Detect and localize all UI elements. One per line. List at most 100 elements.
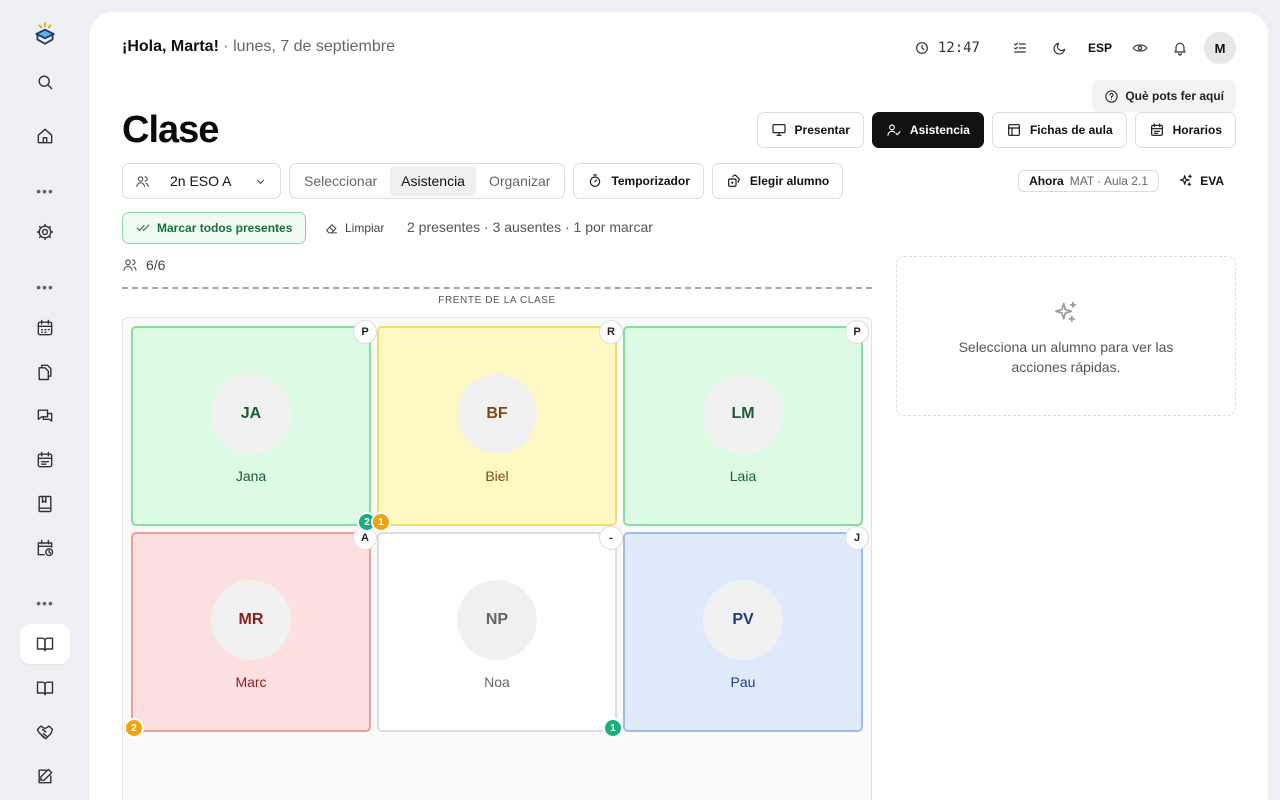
search-icon[interactable] xyxy=(20,62,70,102)
messages-icon[interactable] xyxy=(20,396,70,436)
sidebar-more-dots[interactable]: ••• xyxy=(20,596,70,610)
notebook-icon[interactable] xyxy=(20,484,70,524)
timer-button[interactable]: Temporizador xyxy=(573,163,704,199)
timer-label: Temporizador xyxy=(611,174,690,188)
page-title: Clase xyxy=(122,109,219,151)
clear-button[interactable]: Limpiar xyxy=(324,218,384,238)
checklist-icon[interactable] xyxy=(1000,32,1040,64)
sparkles-icon xyxy=(1179,174,1193,187)
mode-switcher: Seleccionar Asistencia Organizar xyxy=(289,163,566,199)
class-selector[interactable]: 2n ESO A xyxy=(122,163,281,199)
tab-fichas-de-aula[interactable]: Fichas de aula xyxy=(991,112,1127,148)
schedule-icon[interactable] xyxy=(20,440,70,480)
student-seat-jana[interactable]: JA Jana P xyxy=(131,320,377,526)
student-avatar: JA xyxy=(211,374,291,454)
eva-label: EVA xyxy=(1200,174,1224,188)
mode-organizar[interactable]: Organizar xyxy=(478,166,561,196)
student-seat-pau[interactable]: PV Pau J xyxy=(623,526,869,732)
handshake-icon[interactable] xyxy=(20,712,70,752)
visibility-icon[interactable] xyxy=(1120,32,1160,64)
calendar-clock-icon[interactable] xyxy=(20,528,70,568)
student-avatar: BF xyxy=(457,374,537,454)
calendar-icon xyxy=(1150,123,1163,136)
user-avatar[interactable]: M xyxy=(1204,32,1236,64)
notifications-bell-icon[interactable] xyxy=(1160,32,1200,64)
attendance-status-badge[interactable]: R xyxy=(599,320,623,344)
sparkles-icon xyxy=(1055,301,1077,323)
attendance-status-badge[interactable]: P xyxy=(845,320,869,344)
counter-badge: 1 xyxy=(371,512,391,532)
now-detail: MAT · Aula 2.1 xyxy=(1069,174,1148,188)
student-seat-marc[interactable]: MR Marc A xyxy=(131,526,377,732)
user-check-icon xyxy=(887,124,901,136)
student-avatar: MR xyxy=(211,580,291,660)
tab-label: Horarios xyxy=(1172,123,1222,137)
sidebar-more-dots[interactable]: ••• xyxy=(20,280,70,294)
mark-all-label: Marcar todos presentes xyxy=(157,221,293,235)
quick-actions-empty-text: Selecciona un alumno para ver las accion… xyxy=(958,339,1174,375)
student-seat-biel[interactable]: BF Biel R xyxy=(377,320,623,526)
top-right-bar: 12:47 ESP M xyxy=(914,32,1236,64)
seating-grid: JA Jana P BF Biel R LM Laia P MR Marc A … xyxy=(122,317,872,800)
student-count-value: 6/6 xyxy=(146,257,166,273)
help-label: Què pots fer aquí xyxy=(1125,89,1224,103)
clock-time: 12:47 xyxy=(937,40,980,56)
student-seat-laia[interactable]: LM Laia P xyxy=(623,320,869,526)
class-toolbar: 2n ESO A Seleccionar Asistencia Organiza… xyxy=(122,163,844,199)
attendance-status-badge[interactable]: J xyxy=(845,526,869,550)
student-name: Jana xyxy=(235,468,267,484)
attendance-status-badge[interactable]: - xyxy=(599,526,623,550)
mode-asistencia[interactable]: Asistencia xyxy=(390,166,476,196)
front-of-class-line xyxy=(122,287,872,289)
eva-button[interactable]: EVA xyxy=(1178,170,1224,192)
student-name: Laia xyxy=(729,468,757,484)
book-icon[interactable] xyxy=(20,668,70,708)
sidebar: ••• ••• ••• xyxy=(0,0,90,800)
class-selector-value: 2n ESO A xyxy=(170,173,232,189)
pick-student-label: Elegir alumno xyxy=(749,174,830,188)
book-open-icon[interactable] xyxy=(20,624,70,664)
mode-seleccionar[interactable]: Seleccionar xyxy=(293,166,388,196)
eraser-icon xyxy=(325,223,338,233)
student-avatar: NP xyxy=(457,580,537,660)
edit-icon[interactable] xyxy=(20,756,70,796)
tab-label: Presentar xyxy=(794,123,850,137)
tab-horarios[interactable]: Horarios xyxy=(1134,112,1236,148)
greeting-date: · lunes, 7 de septiembre xyxy=(218,38,395,55)
attendance-status-badge[interactable]: P xyxy=(353,320,377,344)
tab-asistencia[interactable]: Asistencia xyxy=(871,112,984,148)
monitor-icon xyxy=(771,124,786,136)
settings-icon[interactable] xyxy=(20,212,70,252)
pick-student-button[interactable]: Elegir alumno xyxy=(711,163,844,199)
dark-mode-icon[interactable] xyxy=(1040,32,1080,64)
attendance-summary: 2 presentes · 3 ausentes · 1 por marcar xyxy=(407,219,653,235)
main-panel: ¡Hola, Marta! · lunes, 7 de septiembre 1… xyxy=(90,12,1268,800)
view-tabs: Presentar Asistencia Fichas de aula Hora… xyxy=(756,112,1236,148)
student-name: Marc xyxy=(235,674,267,690)
chevron-down-icon xyxy=(256,179,265,184)
home-icon[interactable] xyxy=(20,116,70,156)
users-icon xyxy=(123,259,137,271)
current-lesson-pill[interactable]: Ahora MAT · Aula 2.1 xyxy=(1018,170,1159,192)
tab-label: Fichas de aula xyxy=(1029,123,1113,137)
double-check-icon xyxy=(136,224,150,231)
language-selector[interactable]: ESP xyxy=(1080,32,1120,64)
student-count: 6/6 xyxy=(122,257,165,273)
student-avatar: PV xyxy=(703,580,783,660)
greeting: ¡Hola, Marta! · lunes, 7 de septiembre xyxy=(122,38,395,56)
now-label: Ahora xyxy=(1029,174,1064,188)
calendar-icon[interactable] xyxy=(20,308,70,348)
sidebar-more-dots[interactable]: ••• xyxy=(20,184,70,198)
student-name: Noa xyxy=(484,674,510,690)
app-logo-icon[interactable] xyxy=(20,14,70,54)
mark-all-present-button[interactable]: Marcar todos presentes xyxy=(122,212,307,244)
student-seat-noa[interactable]: NP Noa - xyxy=(377,526,623,732)
tab-presentar[interactable]: Presentar xyxy=(756,112,864,148)
clear-label: Limpiar xyxy=(345,221,385,235)
tab-label: Asistencia xyxy=(909,123,970,137)
counter-badge: 2 xyxy=(124,718,144,738)
dice-icon xyxy=(727,174,740,187)
files-icon[interactable] xyxy=(20,352,70,392)
help-button[interactable]: Què pots fer aquí xyxy=(1092,80,1236,112)
timer-icon xyxy=(590,174,601,187)
